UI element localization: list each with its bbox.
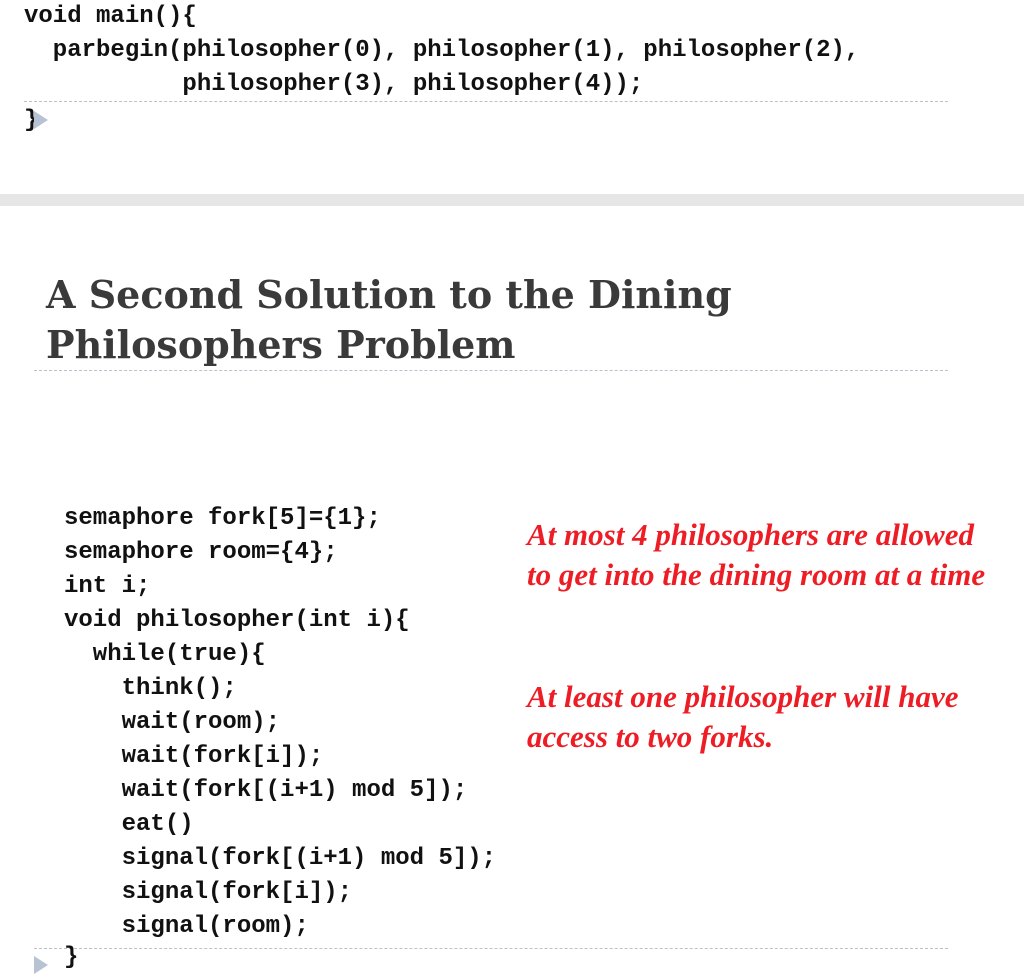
slide-separator-band [0, 194, 1024, 206]
closing-brace: } [64, 944, 79, 971]
code-line: while(true){ [64, 641, 266, 668]
slide-marker-triangle-icon [34, 111, 48, 129]
philosopher-code-block: semaphore fork[5]={1}; semaphore room={4… [64, 502, 496, 944]
bottom-dashed-divider [34, 948, 948, 949]
code-line: wait(room); [64, 709, 281, 736]
code-line: semaphore fork[5]={1}; [64, 505, 381, 532]
code-line: semaphore room={4}; [64, 539, 338, 566]
code-line: signal(fork[i]); [64, 879, 353, 906]
code-line: wait(fork[(i+1) mod 5]); [64, 777, 468, 804]
previous-slide-fragment: void main(){ parbegin(philosopher(0), ph… [0, 0, 1024, 194]
main-code-block: void main(){ parbegin(philosopher(0), ph… [24, 0, 859, 102]
code-line: wait(fork[i]); [64, 743, 324, 770]
code-line: int i; [64, 573, 151, 600]
code-line: parbegin(philosopher(0), philosopher(1),… [24, 37, 860, 64]
code-line: philosopher(3), philosopher(4)); [24, 71, 644, 98]
code-line: signal(room); [64, 913, 309, 940]
code-line: void main(){ [24, 3, 197, 30]
slide-title: A Second Solution to the Dining Philosop… [46, 272, 732, 367]
title-dashed-divider [34, 370, 948, 371]
dashed-divider [24, 101, 948, 102]
code-line: signal(fork[(i+1) mod 5]); [64, 845, 497, 872]
code-line: void philosopher(int i){ [64, 607, 410, 634]
slide-marker-triangle-icon [34, 956, 48, 974]
code-line: think(); [64, 675, 237, 702]
room-limit-note: At most 4 philosophers are allowed to ge… [527, 517, 986, 592]
code-line: eat() [64, 811, 194, 838]
fork-access-note: At least one philosopher will have acces… [527, 679, 959, 754]
